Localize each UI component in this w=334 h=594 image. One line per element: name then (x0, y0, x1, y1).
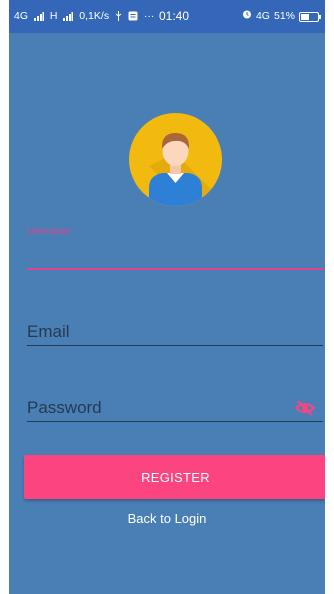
more-notifications: ··· (143, 10, 155, 22)
username-field[interactable]: Username (27, 226, 323, 272)
battery-fill (301, 13, 310, 20)
register-screen: 4G H 0,1K/s ··· 01:40 4G 51% Username Em… (9, 0, 325, 594)
network-type-2: H (49, 10, 58, 22)
network-type-1: 4G (14, 10, 29, 22)
alarm-icon (242, 0, 252, 33)
email-input[interactable] (27, 320, 323, 344)
usb-icon (115, 10, 125, 22)
notification-icon (128, 10, 141, 22)
signal-icon (33, 10, 47, 22)
back-to-login-link[interactable]: Back to Login (9, 511, 325, 526)
register-button[interactable]: REGISTER (24, 455, 325, 499)
battery-icon (299, 11, 321, 22)
signal-icon-2 (63, 10, 76, 22)
status-left: 4G H 0,1K/s ··· (14, 0, 157, 33)
network-type-3: 4G (255, 10, 270, 22)
email-underline (27, 345, 323, 346)
email-field[interactable] (27, 318, 323, 348)
status-right: 4G 51% (242, 0, 321, 33)
battery-percent: 51% (273, 10, 295, 22)
eye-off-icon[interactable] (294, 398, 316, 418)
username-underline (27, 268, 323, 270)
network-speed: 0,1K/s (79, 10, 110, 22)
clock: 01:40 (159, 9, 190, 23)
password-underline (27, 421, 323, 422)
username-input[interactable] (27, 240, 323, 264)
status-bar: 4G H 0,1K/s ··· 01:40 4G 51% (9, 0, 325, 33)
user-avatar-icon (129, 113, 222, 206)
password-field[interactable] (27, 394, 323, 424)
username-label: Username (27, 226, 71, 236)
password-input[interactable] (27, 396, 289, 420)
